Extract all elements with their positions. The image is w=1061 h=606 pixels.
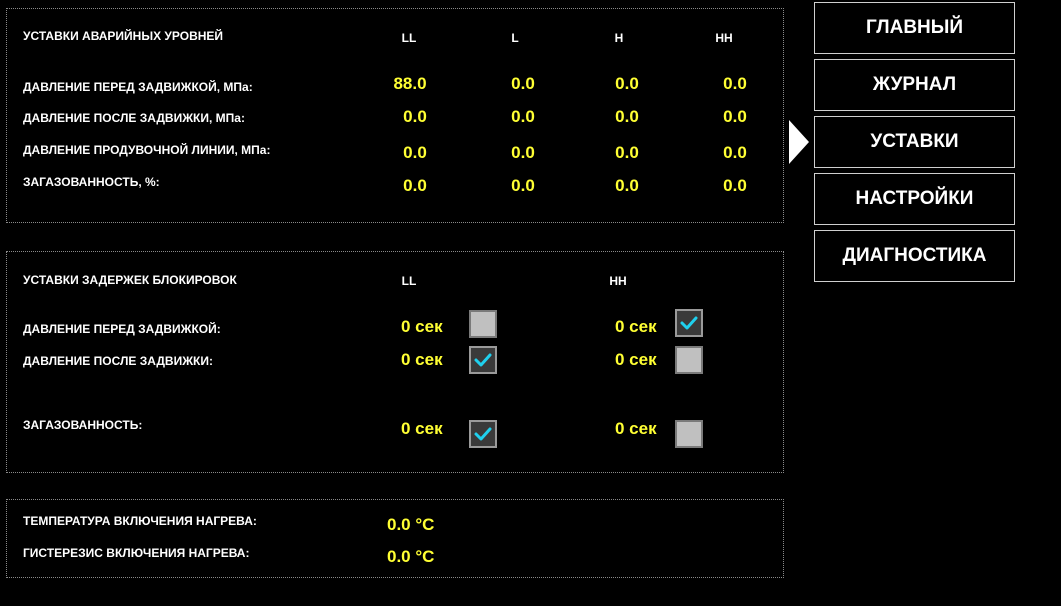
delay-header-ll: LL (401, 274, 417, 288)
value-pressure-before-l[interactable]: 0.0 (511, 74, 535, 94)
active-arrow-icon (789, 120, 809, 164)
alarm-levels-title: УСТАВКИ АВАРИЙНЫХ УРОВНЕЙ (23, 29, 224, 43)
value-pressure-before-h[interactable]: 0.0 (615, 74, 639, 94)
value-pressure-after-hh[interactable]: 0.0 (723, 107, 747, 127)
checkbox-gas-level-ll[interactable] (469, 420, 497, 448)
heating-value-hysteresis[interactable]: 0.0 °C (387, 547, 434, 567)
nav-button-main[interactable]: ГЛАВНЫЙ (814, 2, 1015, 54)
heating-panel: ТЕМПЕРАТУРА ВКЛЮЧЕНИЯ НАГРЕВА: 0.0 °C ГИ… (6, 499, 784, 578)
checkbox-gas-level-hh[interactable] (675, 420, 703, 448)
value-purge-pressure-ll[interactable]: 0.0 (403, 143, 427, 163)
delay-pressure-before-hh[interactable]: 0 сек (615, 317, 657, 337)
value-gas-level-l[interactable]: 0.0 (511, 176, 535, 196)
row-label-gas-level: ЗАГАЗОВАННОСТЬ, %: (23, 175, 160, 189)
delay-label-gas-level: ЗАГАЗОВАННОСТЬ: (23, 418, 143, 432)
value-gas-level-hh[interactable]: 0.0 (723, 176, 747, 196)
value-pressure-after-ll[interactable]: 0.0 (403, 107, 427, 127)
row-label-pressure-after: ДАВЛЕНИЕ ПОСЛЕ ЗАДВИЖКИ, МПа: (23, 111, 245, 125)
delay-gas-level-ll[interactable]: 0 сек (401, 419, 443, 439)
value-pressure-after-l[interactable]: 0.0 (511, 107, 535, 127)
checkbox-pressure-after-ll[interactable] (469, 346, 497, 374)
column-header-hh: HH (715, 31, 733, 45)
checkbox-pressure-after-hh[interactable] (675, 346, 703, 374)
nav-button-configuration[interactable]: НАСТРОЙКИ (814, 173, 1015, 225)
nav-button-journal[interactable]: ЖУРНАЛ (814, 59, 1015, 111)
column-header-ll: LL (401, 31, 417, 45)
value-pressure-after-h[interactable]: 0.0 (615, 107, 639, 127)
delay-header-hh: HH (609, 274, 627, 288)
block-delays-panel: УСТАВКИ ЗАДЕРЖЕК БЛОКИРОВОК LL HH ДАВЛЕН… (6, 251, 784, 473)
value-pressure-before-hh[interactable]: 0.0 (723, 74, 747, 94)
alarm-levels-panel: УСТАВКИ АВАРИЙНЫХ УРОВНЕЙ LL L H HH ДАВЛ… (6, 8, 784, 223)
nav-button-settings[interactable]: УСТАВКИ (814, 116, 1015, 168)
delay-label-pressure-after: ДАВЛЕНИЕ ПОСЛЕ ЗАДВИЖКИ: (23, 354, 213, 368)
checkmark-icon (680, 316, 698, 330)
value-purge-pressure-l[interactable]: 0.0 (511, 143, 535, 163)
checkmark-icon (474, 353, 492, 367)
checkbox-pressure-before-hh[interactable] (675, 309, 703, 337)
heating-label-hysteresis: ГИСТЕРЕЗИС ВКЛЮЧЕНИЯ НАГРЕВА: (23, 546, 250, 560)
checkbox-pressure-before-ll[interactable] (469, 310, 497, 338)
checkmark-icon (474, 427, 492, 441)
value-gas-level-h[interactable]: 0.0 (615, 176, 639, 196)
heating-value-temperature[interactable]: 0.0 °C (387, 515, 434, 535)
delay-label-pressure-before: ДАВЛЕНИЕ ПЕРЕД ЗАДВИЖКОЙ: (23, 322, 221, 336)
value-purge-pressure-h[interactable]: 0.0 (615, 143, 639, 163)
value-pressure-before-ll[interactable]: 88.0 (393, 74, 426, 94)
value-gas-level-ll[interactable]: 0.0 (403, 176, 427, 196)
column-header-l: L (511, 31, 519, 45)
value-purge-pressure-hh[interactable]: 0.0 (723, 143, 747, 163)
delay-pressure-before-ll[interactable]: 0 сек (401, 317, 443, 337)
delay-gas-level-hh[interactable]: 0 сек (615, 419, 657, 439)
heating-label-temperature: ТЕМПЕРАТУРА ВКЛЮЧЕНИЯ НАГРЕВА: (23, 514, 257, 528)
block-delays-title: УСТАВКИ ЗАДЕРЖЕК БЛОКИРОВОК (23, 273, 237, 287)
nav-button-diagnostics[interactable]: ДИАГНОСТИКА (814, 230, 1015, 282)
delay-pressure-after-hh[interactable]: 0 сек (615, 350, 657, 370)
delay-pressure-after-ll[interactable]: 0 сек (401, 350, 443, 370)
row-label-pressure-before: ДАВЛЕНИЕ ПЕРЕД ЗАДВИЖКОЙ, МПа: (23, 80, 253, 94)
column-header-h: H (614, 31, 624, 45)
row-label-purge-pressure: ДАВЛЕНИЕ ПРОДУВОЧНОЙ ЛИНИИ, МПа: (23, 143, 271, 157)
